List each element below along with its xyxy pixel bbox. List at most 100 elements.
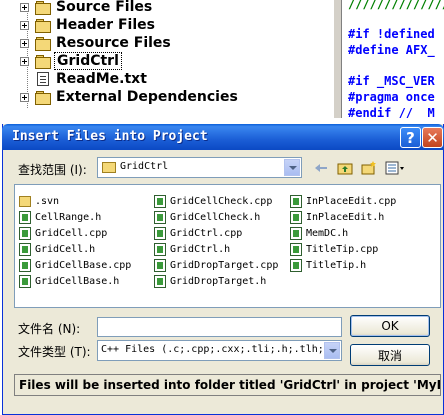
file-item[interactable]: GridCellCheck.h [154, 209, 260, 225]
folder-icon [35, 36, 51, 51]
file-item[interactable]: GridCellBase.h [19, 273, 119, 289]
status-bar: Files will be inserted into folder title… [14, 374, 441, 396]
file-name: InPlaceEdit.h [306, 211, 385, 223]
filetype-label: 文件类型 (T): [18, 345, 91, 359]
file-item[interactable]: InPlaceEdit.cpp [290, 193, 396, 209]
source-file-icon [19, 242, 31, 256]
close-button[interactable]: ✕ [422, 127, 443, 148]
file-name: TitleTip.cpp [306, 243, 379, 255]
file-item[interactable]: GridCell.h [19, 241, 95, 257]
tree-item[interactable]: Header Files [20, 16, 157, 34]
file-list[interactable]: .svn CellRange.h GridCell.cpp GridCell.h Gri… [14, 184, 441, 308]
workspace-file-tree: Source Files Header Files Resource Files Gr… [0, 0, 334, 118]
editor-splitter[interactable] [334, 0, 341, 118]
tree-item[interactable]: Source Files [20, 0, 154, 16]
expand-toggle-icon[interactable] [20, 20, 29, 30]
expand-toggle-icon[interactable] [20, 92, 29, 102]
file-item[interactable]: InPlaceEdit.h [290, 209, 384, 225]
ok-button[interactable]: OK [350, 315, 430, 337]
source-file-icon [19, 210, 31, 224]
tree-item-label: External Dependencies [56, 89, 238, 105]
file-item[interactable]: GridCellBase.cpp [19, 257, 131, 273]
folder-icon [35, 0, 51, 15]
tree-item-label: Source Files [56, 0, 153, 15]
tree-item-label: Header Files [56, 17, 155, 33]
dialog-title: Insert Files into Project [12, 129, 208, 144]
up-folder-icon[interactable] [336, 160, 354, 176]
source-file-icon [154, 226, 166, 240]
tree-item-label: ReadMe.txt [56, 71, 147, 87]
expand-toggle-icon[interactable] [20, 56, 29, 66]
back-arrow-icon[interactable] [312, 160, 330, 176]
code-line: #pragma once [348, 90, 435, 104]
file-item[interactable]: GridDropTarget.cpp [154, 257, 278, 273]
file-name: GridCellBase.cpp [35, 259, 132, 271]
tree-item[interactable]: ReadMe.txt [20, 70, 149, 88]
chevron-down-icon[interactable] [284, 159, 300, 176]
expand-toggle-icon[interactable] [20, 2, 29, 12]
file-item[interactable]: GridCell.cpp [19, 225, 107, 241]
file-item[interactable]: CellRange.h [19, 209, 101, 225]
source-file-icon [290, 210, 302, 224]
code-editor[interactable]: //////////////// #if !defined #define AFX_… [341, 0, 444, 118]
help-icon: ? [406, 128, 415, 147]
file-name: GridCellBase.h [35, 275, 120, 287]
file-name: GridCell.cpp [35, 227, 108, 239]
cancel-button[interactable]: 取消 [350, 344, 430, 366]
file-item[interactable]: MemDC.h [290, 225, 348, 241]
folder-icon [35, 90, 51, 105]
folder-icon [35, 54, 51, 69]
file-name: MemDC.h [306, 227, 349, 239]
file-item[interactable]: GridCtrl.h [154, 241, 230, 257]
file-name: GridDropTarget.cpp [170, 259, 279, 271]
filetype-value: C++ Files (.c;.cpp;.cxx;.tli;.h;.tlh; [101, 344, 324, 355]
file-item[interactable]: TitleTip.h [290, 257, 366, 273]
tree-item-label: GridCtrl [54, 52, 122, 70]
file-name: CellRange.h [35, 211, 102, 223]
source-file-icon [290, 226, 302, 240]
file-name: GridCellCheck.cpp [170, 195, 273, 207]
filetype-dropdown[interactable]: C++ Files (.c;.cpp;.cxx;.tli;.h;.tlh; [97, 340, 342, 361]
code-line: #if _MSC_VER [348, 74, 435, 88]
help-button[interactable]: ? [400, 127, 421, 148]
look-in-value: GridCtrl [120, 161, 169, 172]
chevron-down-icon[interactable] [324, 342, 340, 359]
new-folder-icon[interactable] [360, 160, 378, 176]
code-line: //////////////// [348, 0, 444, 11]
dialog-title-bar[interactable]: Insert Files into Project ? ✕ [2, 124, 444, 150]
code-line: #define AFX_ [348, 43, 435, 57]
tree-item[interactable]: GridCtrl [20, 52, 122, 70]
look-in-label: 查找范围 (I): [18, 163, 87, 177]
source-file-icon [154, 194, 166, 208]
file-item[interactable]: GridCtrl.cpp [154, 225, 242, 241]
source-file-icon [290, 194, 302, 208]
tree-item[interactable]: Resource Files [20, 34, 173, 52]
file-item[interactable]: GridDropTarget.h [154, 273, 266, 289]
file-item[interactable]: .svn [19, 193, 59, 209]
code-line: #if !defined [348, 27, 435, 41]
file-name: InPlaceEdit.cpp [306, 195, 397, 207]
source-file-icon [154, 210, 166, 224]
source-file-icon [19, 258, 31, 272]
source-file-icon [154, 242, 166, 256]
file-name: GridDropTarget.h [170, 275, 267, 287]
file-name: TitleTip.h [306, 259, 367, 271]
file-item[interactable]: TitleTip.cpp [290, 241, 378, 257]
expand-toggle-icon[interactable] [20, 38, 29, 48]
status-text: Files will be inserted into folder title… [19, 378, 441, 392]
tree-item-label: Resource Files [56, 35, 171, 51]
source-file-icon [154, 258, 166, 272]
source-file-icon [290, 258, 302, 272]
text-file-icon [37, 72, 49, 86]
tree-item[interactable]: External Dependencies [20, 88, 240, 106]
filename-input[interactable] [97, 317, 342, 337]
view-menu-icon[interactable] [384, 160, 406, 176]
file-item[interactable]: GridCellCheck.cpp [154, 193, 272, 209]
file-name: GridCtrl.h [170, 243, 231, 255]
file-name: .svn [35, 195, 60, 207]
file-name: GridCell.h [35, 243, 96, 255]
folder-icon [35, 18, 51, 33]
look-in-dropdown[interactable]: GridCtrl [97, 157, 302, 178]
file-name: GridCellCheck.h [170, 211, 261, 223]
